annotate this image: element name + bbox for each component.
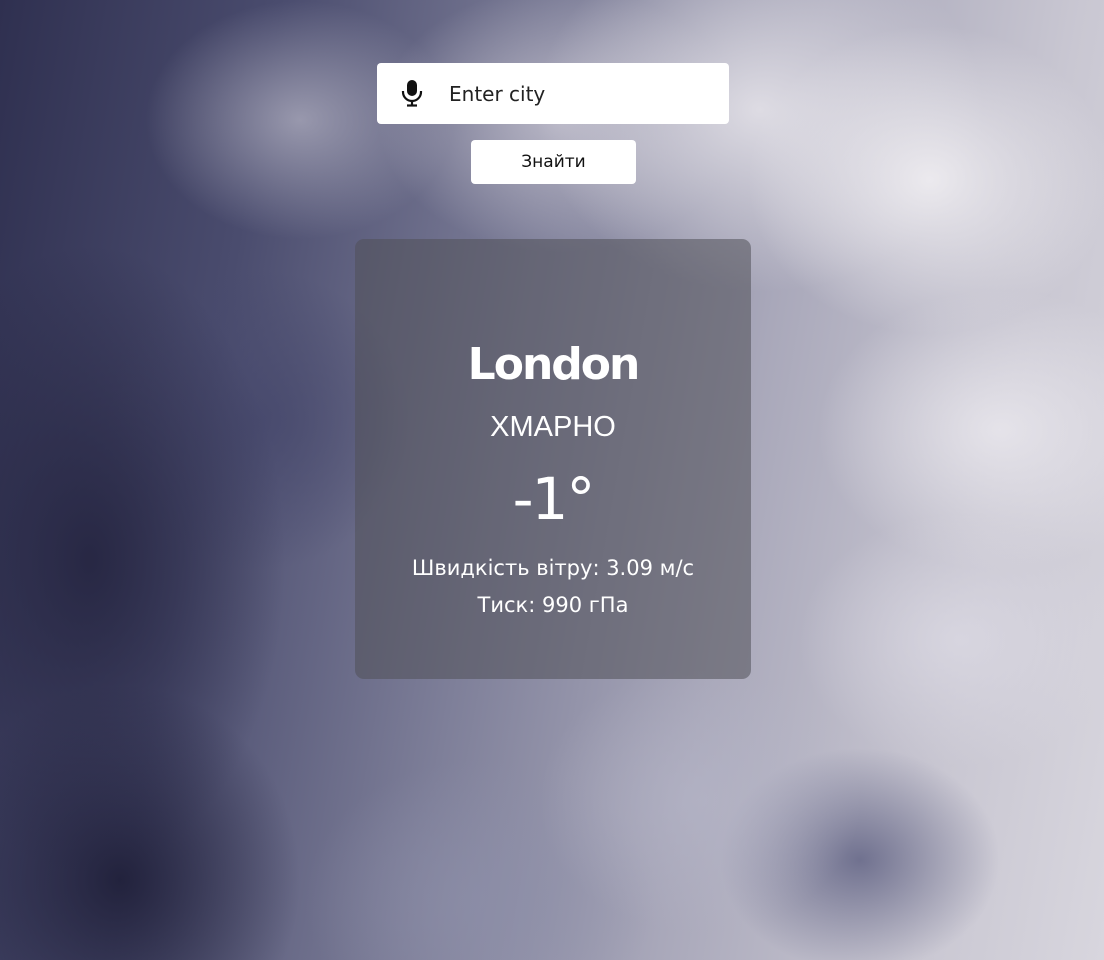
weather-card: London ХМАРНО -1° Швидкість вітру: 3.09 … bbox=[355, 239, 751, 679]
weather-description: ХМАРНО bbox=[490, 411, 616, 443]
microphone-icon[interactable] bbox=[400, 79, 424, 107]
city-search-input[interactable] bbox=[449, 76, 717, 112]
city-name: London bbox=[467, 339, 641, 390]
temperature: -1° bbox=[512, 465, 596, 533]
wind-speed: Швидкість вітру: 3.09 м/с bbox=[411, 556, 695, 580]
search-button[interactable]: Знайти bbox=[471, 140, 636, 184]
pressure: Тиск: 990 гПа bbox=[477, 593, 629, 617]
